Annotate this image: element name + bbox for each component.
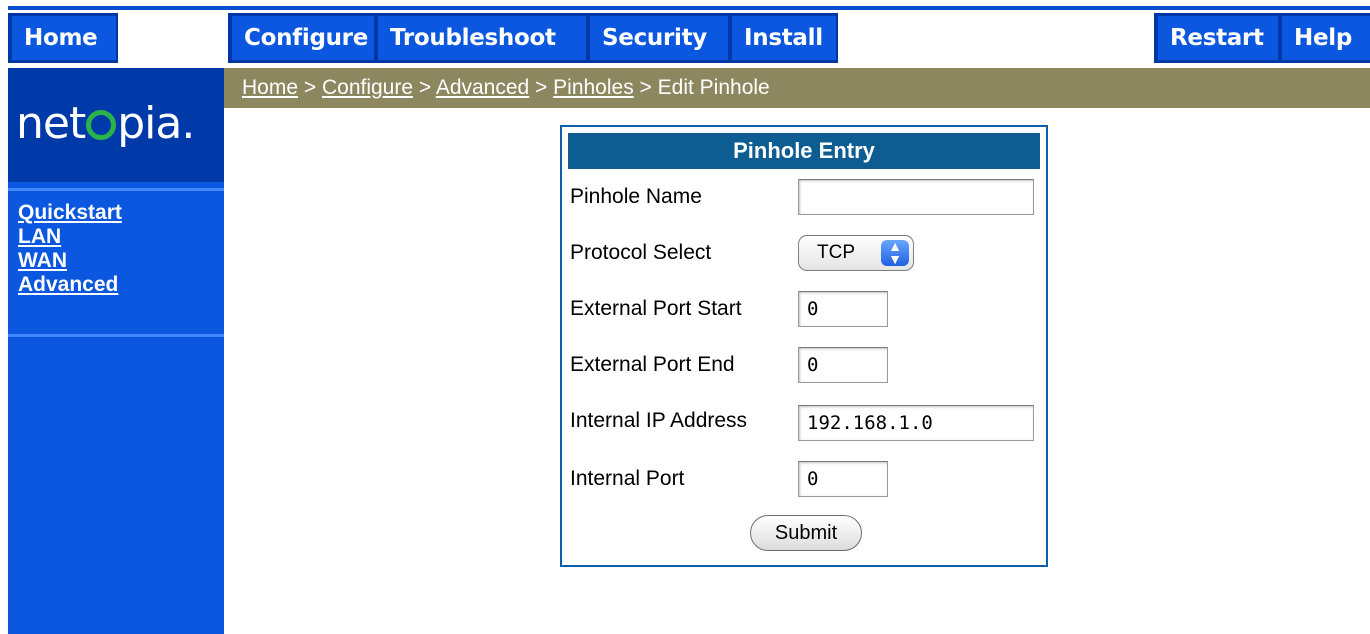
internal-port-label: Internal Port (570, 467, 685, 490)
nav-security-button[interactable]: Security (590, 16, 728, 60)
protocol-select-value: TCP (817, 242, 855, 263)
nav-restart-button[interactable]: Restart (1158, 16, 1278, 60)
external-port-start-input[interactable] (798, 291, 888, 327)
netopia-logo: net pia. (16, 98, 195, 149)
logo-text-b: pia (117, 98, 182, 149)
nav-configure-button[interactable]: Configure (232, 16, 374, 60)
logo-dot: . (181, 98, 195, 149)
breadcrumb-configure-link[interactable]: Configure (322, 76, 413, 99)
breadcrumb-current: Edit Pinhole (657, 76, 770, 99)
internal-port-input[interactable] (798, 461, 888, 497)
pinhole-name-input[interactable] (798, 179, 1034, 215)
breadcrumb-separator: > (298, 76, 322, 99)
sidebar-item-wan[interactable]: WAN (18, 249, 122, 273)
external-port-end-label: External Port End (570, 353, 735, 376)
protocol-select[interactable]: TCP ▲ ▼ (798, 235, 914, 271)
nav-install-button[interactable]: Install (732, 16, 836, 60)
internal-ip-address-label: Internal IP Address (570, 409, 748, 432)
breadcrumb-separator: > (529, 76, 554, 99)
nav-troubleshoot-button[interactable]: Troubleshoot (378, 16, 586, 60)
top-rule (8, 6, 1370, 10)
logo-area: net pia. (8, 68, 224, 182)
breadcrumb-advanced-link[interactable]: Advanced (436, 76, 529, 99)
sidebar-divider-top (8, 188, 224, 191)
select-arrows-icon: ▲ ▼ (881, 239, 909, 266)
sidebar-item-quickstart[interactable]: Quickstart (18, 201, 122, 225)
sidebar-links: Quickstart LAN WAN Advanced (18, 201, 122, 297)
internal-ip-address-input[interactable] (798, 405, 1034, 441)
sidebar-item-advanced[interactable]: Advanced (18, 273, 122, 297)
sidebar-divider-bottom (8, 334, 224, 337)
logo-ring-icon (86, 110, 117, 140)
logo-text-a: net (16, 98, 86, 149)
external-port-start-label: External Port Start (570, 297, 742, 320)
panel-title: Pinhole Entry (568, 133, 1040, 169)
sidebar-item-lan[interactable]: LAN (18, 225, 122, 249)
breadcrumb: Home > Configure > Advanced > Pinholes >… (224, 68, 1370, 108)
breadcrumb-pinholes-link[interactable]: Pinholes (553, 76, 634, 99)
breadcrumb-separator: > (633, 76, 658, 99)
breadcrumb-trail: Home > Configure > Advanced > Pinholes >… (242, 76, 770, 100)
breadcrumb-home-link[interactable]: Home (242, 76, 298, 99)
submit-button[interactable]: Submit (750, 515, 862, 551)
nav-help-button[interactable]: Help (1282, 16, 1370, 60)
nav-home-button[interactable]: Home (12, 16, 116, 60)
sidebar: net pia. Quickstart LAN WAN Advanced (8, 68, 224, 634)
pinhole-entry-panel: Pinhole Entry Pinhole Name Protocol Sele… (560, 125, 1048, 567)
external-port-end-input[interactable] (798, 347, 888, 383)
pinhole-name-label: Pinhole Name (570, 185, 702, 208)
top-nav-bar: Home Configure Troubleshoot Security Ins… (0, 0, 1370, 68)
breadcrumb-separator: > (413, 76, 436, 99)
protocol-select-label: Protocol Select (570, 241, 712, 264)
